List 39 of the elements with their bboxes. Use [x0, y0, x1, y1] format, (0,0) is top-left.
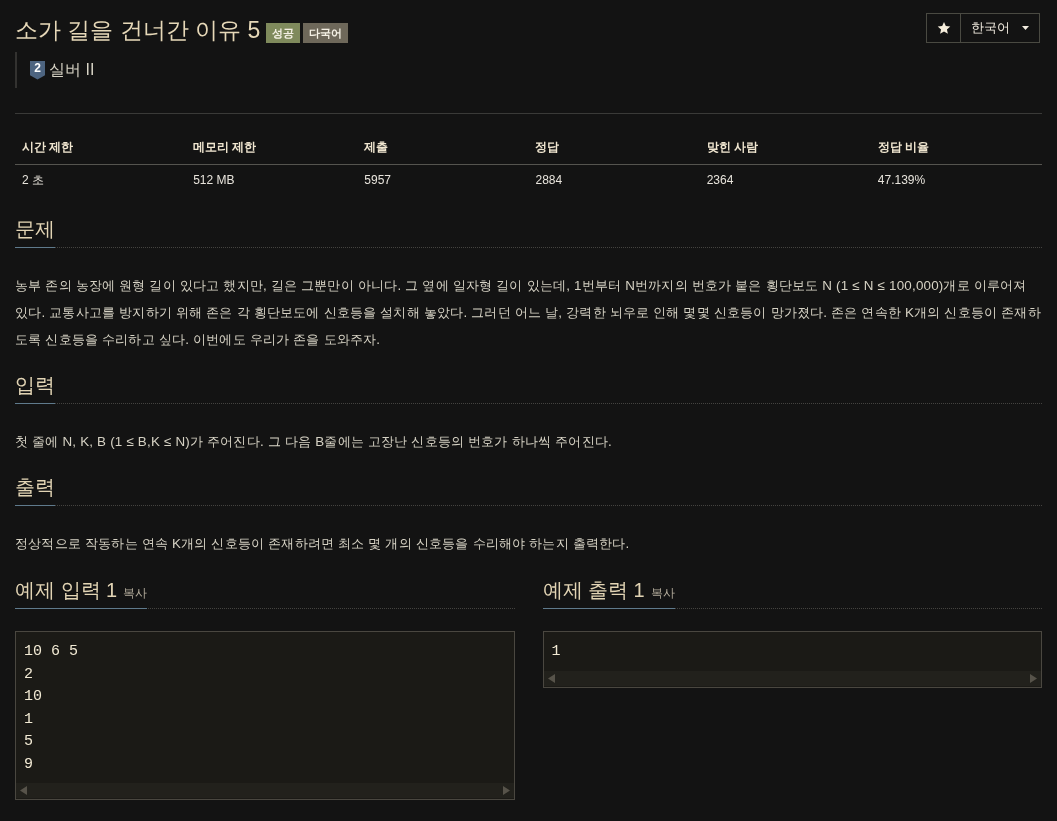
section-heading: 문제 — [15, 217, 55, 242]
problem-title: 소가 길을 건너간 이유 5 — [15, 16, 261, 45]
column-header: 정답 — [528, 130, 700, 165]
sample-heading: 예제 출력 1 — [542, 578, 645, 603]
table-cell: 2 초 — [15, 164, 187, 197]
star-button[interactable] — [926, 13, 961, 43]
section-heading: 입력 — [15, 373, 55, 398]
table-cell: 512 MB — [186, 164, 358, 197]
status-badge: 다국어 — [303, 23, 349, 43]
copy-link[interactable]: 복사 — [650, 585, 675, 602]
caret-icon — [1022, 26, 1029, 30]
column-header: 메모리 제한 — [186, 130, 358, 165]
section-heading: 출력 — [15, 475, 55, 500]
scroll-right-icon[interactable] — [1030, 673, 1037, 683]
scroll-left-icon[interactable] — [20, 786, 27, 795]
section-text: 정상적으로 작동하는 연속 K개의 신호등이 존재하려면 최소 몇 개의 신호등을 수리해야 하는지 출력한다. — [15, 535, 631, 553]
table-cell: 2364 — [699, 164, 871, 197]
section-text: 농부 존의 농장에 원형 길이 있다고 했지만, 길은 그뿐만이 아니다. 그 옆에 일자형 길이 있는데, 1번부터 N번까지의 번호가 붙은 횡단보도 N (1 ≤ N ≤ 100,000)개로 이루어져 있다. 교통사고를 방지하기 위해 존은 각 횡단보도에 신호등을 설치해 놓았다. 그러던 어느 날, 강력한 뇌우로 인해 몇몇 신호등이 망가졌다. 존은 연속한 K개의 신호등이 존재하도록 신호등을 수리하고 싶다. 이번에도 우리가 존을 도와주자. — [15, 277, 1042, 349]
table-cell: 2884 — [528, 164, 700, 197]
star-icon — [936, 21, 951, 35]
copy-link[interactable]: 복사 — [123, 585, 148, 602]
tier-label: 실버 II — [49, 59, 95, 80]
sample-heading: 예제 입력 1 — [15, 578, 118, 603]
horizontal-scrollbar[interactable] — [16, 783, 514, 798]
column-header: 정답 비율 — [870, 130, 1042, 165]
horizontal-scrollbar[interactable] — [543, 670, 1041, 686]
status-badge: 성공 — [266, 23, 301, 43]
sample-text: 10 6 5 2 10 1 5 9 — [23, 642, 79, 775]
tier-badge: 2 — [30, 60, 45, 80]
column-header: 제출 — [357, 130, 529, 165]
scroll-right-icon[interactable] — [502, 786, 510, 795]
table-cell: 47.139% — [870, 164, 1042, 197]
column-header: 시간 제한 — [15, 130, 187, 165]
sample-text: 1 — [550, 642, 562, 662]
scroll-left-icon[interactable] — [547, 673, 555, 683]
column-header: 맞힌 사람 — [699, 130, 871, 165]
language-dropdown[interactable]: 한국어 — [960, 13, 1040, 43]
table-cell: 5957 — [357, 164, 529, 197]
section-text: 첫 줄에 N, K, B (1 ≤ B,K ≤ N)가 주어진다. 그 다음 B줄에는 고장난 신호등의 번호가 하나씩 주어진다. — [15, 433, 613, 451]
